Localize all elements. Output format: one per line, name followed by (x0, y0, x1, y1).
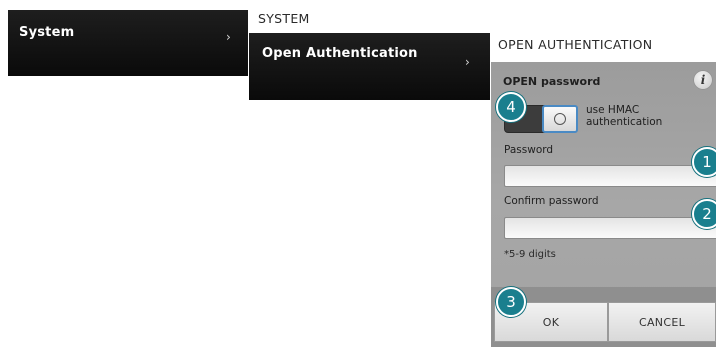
menu-item-system[interactable]: System (19, 25, 74, 40)
info-icon[interactable]: i (694, 71, 712, 89)
callout-badge-2: 2 (692, 199, 716, 229)
confirm-password-label: Confirm password (504, 195, 599, 207)
chevron-right-icon: › (465, 55, 470, 69)
callout-badge-1: 1 (692, 147, 716, 177)
hmac-toggle-label: use HMAC authentication (586, 104, 663, 128)
section-title: OPEN password (503, 75, 601, 88)
screen: System › SYSTEM Open Authentication › OP… (0, 0, 716, 347)
circle-icon (554, 113, 566, 125)
cancel-button[interactable]: CANCEL (608, 302, 716, 342)
confirm-password-input[interactable] (504, 217, 716, 239)
chevron-right-icon: › (226, 30, 231, 44)
toggle-knob[interactable] (542, 105, 578, 133)
column-title-system: SYSTEM (258, 11, 310, 26)
callout-badge-3: 3 (496, 287, 526, 317)
menu-level-2: Open Authentication › (249, 33, 490, 100)
password-hint: *5-9 digits (504, 249, 556, 260)
password-label: Password (504, 144, 554, 156)
menu-level-1: System › (8, 10, 248, 76)
callout-badge-4: 4 (496, 92, 526, 122)
column-title-open-authentication: OPEN AUTHENTICATION (498, 37, 653, 52)
menu-item-open-authentication[interactable]: Open Authentication (262, 46, 418, 61)
password-input[interactable] (504, 165, 716, 187)
